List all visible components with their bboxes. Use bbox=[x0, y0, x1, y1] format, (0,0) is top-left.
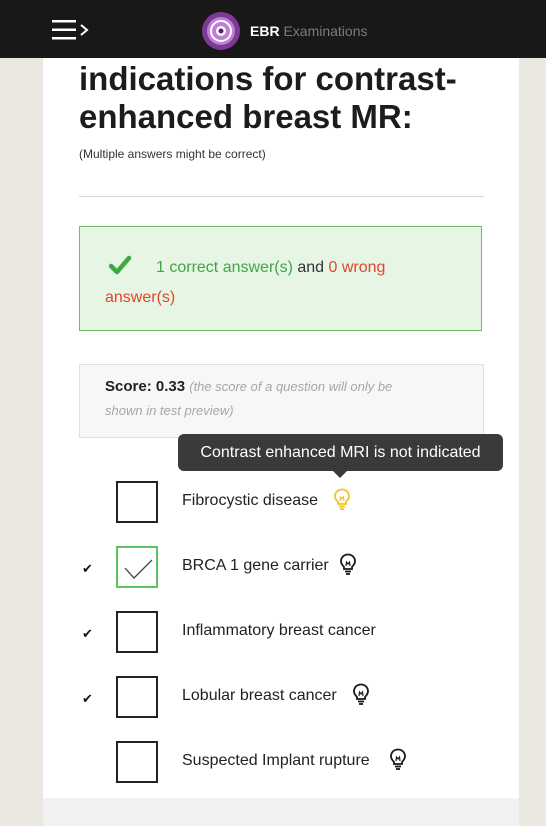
checkmark-icon bbox=[124, 559, 153, 579]
score-value: 0.33 bbox=[155, 378, 186, 395]
answer-option[interactable]: Suspected Implant rupture bbox=[0, 738, 546, 788]
correct-count: 1 correct answer(s) bbox=[156, 259, 293, 276]
result-box: 1 correct answer(s) and 0 wrong answer(s… bbox=[79, 226, 482, 331]
correct-tick-icon: ✔ bbox=[82, 691, 93, 706]
answer-checkbox[interactable] bbox=[116, 676, 158, 718]
brand-light: Examinations bbox=[283, 23, 368, 39]
answer-option[interactable]: ✔ Lobular breast cancer bbox=[0, 673, 546, 723]
card-footer bbox=[43, 798, 519, 826]
answer-checkbox[interactable] bbox=[116, 611, 158, 653]
wrong-count: 0 wrong bbox=[328, 259, 386, 276]
answer-option[interactable]: ✔ BRCA 1 gene carrier bbox=[0, 543, 546, 593]
lightbulb-icon[interactable] bbox=[389, 748, 407, 770]
tooltip: Contrast enhanced MRI is not indicated bbox=[178, 434, 503, 478]
result-and: and bbox=[292, 259, 329, 276]
answer-option-label: Suspected Implant rupture bbox=[182, 752, 370, 769]
brand-name: EBR Examinations bbox=[250, 23, 368, 39]
score-label: Score: bbox=[105, 378, 152, 395]
ebr-logo-icon bbox=[202, 12, 240, 50]
lightbulb-icon[interactable] bbox=[339, 553, 357, 575]
correct-tick-icon: ✔ bbox=[82, 626, 93, 641]
answer-option-label: Fibrocystic disease bbox=[182, 492, 319, 509]
score-box: Score: 0.33 (the score of a question wil… bbox=[79, 364, 484, 438]
divider bbox=[79, 196, 484, 197]
answer-option[interactable]: ✔ Inflammatory breast cancer bbox=[0, 608, 546, 658]
answer-option-label: BRCA 1 gene carrier bbox=[182, 557, 329, 574]
score-line: Score: 0.33 (the score of a question wil… bbox=[105, 378, 392, 395]
menu-arrow-icon[interactable] bbox=[52, 18, 92, 42]
tooltip-arrow bbox=[332, 470, 348, 478]
answer-checkbox[interactable] bbox=[116, 481, 158, 523]
question-title: indications for contrast-enhanced breast… bbox=[79, 60, 457, 135]
answer-checkbox[interactable] bbox=[116, 546, 158, 588]
score-note-2: shown in test preview) bbox=[105, 403, 234, 418]
correct-tick-icon: ✔ bbox=[82, 561, 93, 576]
check-icon bbox=[109, 255, 131, 275]
score-note-1: (the score of a question will only be bbox=[189, 379, 393, 394]
answer-option-label: Inflammatory breast cancer bbox=[182, 622, 376, 639]
tooltip-text: Contrast enhanced MRI is not indicated bbox=[200, 444, 481, 461]
answer-option[interactable]: Fibrocystic disease bbox=[0, 478, 546, 528]
question-hint: (Multiple answers might be correct) bbox=[79, 147, 266, 161]
top-bar: EBR Examinations bbox=[0, 0, 546, 58]
answer-checkbox[interactable] bbox=[116, 741, 158, 783]
brand-bold: EBR bbox=[250, 23, 280, 39]
lightbulb-icon[interactable] bbox=[352, 683, 370, 705]
answer-option-label: Lobular breast cancer bbox=[182, 687, 337, 704]
result-line-2: answer(s) bbox=[105, 289, 176, 306]
result-line-1: 1 correct answer(s) and 0 wrong bbox=[156, 259, 385, 277]
lightbulb-icon-active[interactable] bbox=[333, 488, 351, 510]
